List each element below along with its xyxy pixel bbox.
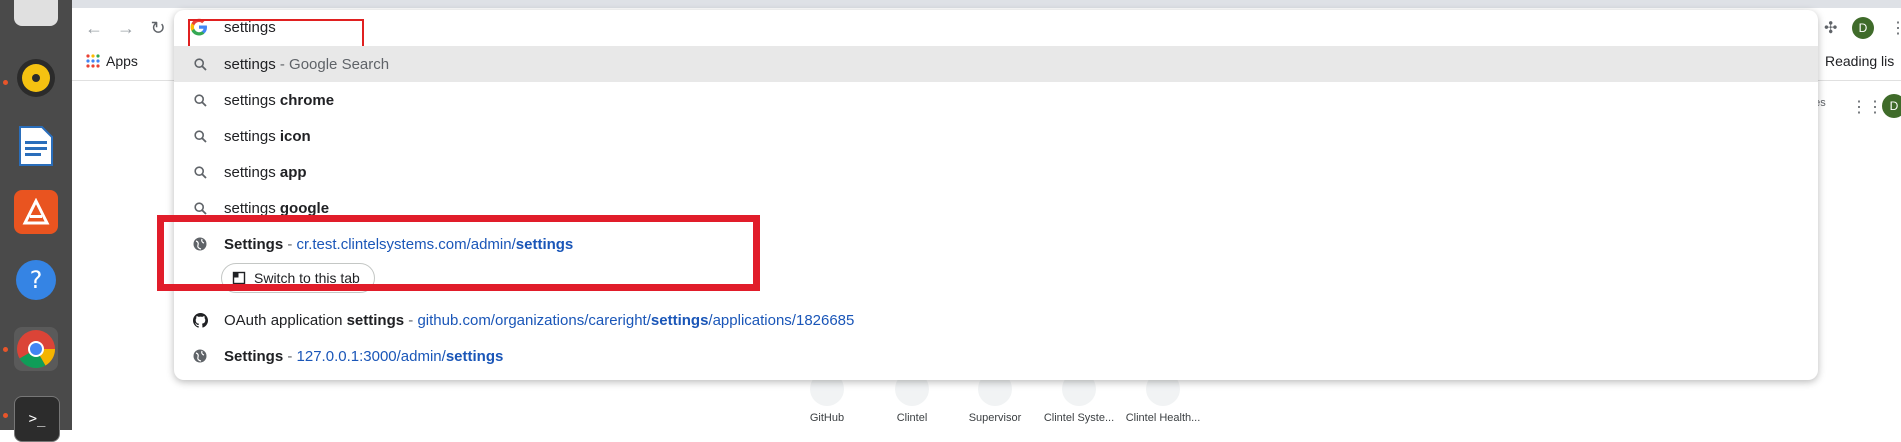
- apps-label: Apps: [106, 53, 138, 69]
- apps-grid-icon: [86, 54, 100, 68]
- shortcut-label: Clintel: [896, 412, 928, 424]
- shortcut-label: Clintel Syste...: [1043, 412, 1115, 424]
- suggestion-prefix: settings: [224, 163, 280, 181]
- suggestion-suffix: - Google Search: [275, 55, 390, 73]
- suggestion-bold: settings: [346, 311, 405, 329]
- shortcut-label: Supervisor: [968, 412, 1022, 424]
- puzzle-piece-icon: ✣: [1824, 20, 1838, 37]
- suggestion-prefix: settings: [224, 91, 280, 109]
- dock-software-app[interactable]: [14, 190, 58, 234]
- annotation-highlight-box: [157, 215, 760, 291]
- suggestion-bold: chrome: [279, 91, 335, 109]
- back-arrow-icon: ←: [85, 17, 103, 38]
- search-icon: [192, 56, 208, 72]
- suggestion-url-bold: settings: [650, 311, 709, 329]
- suggestion-url: github.com/organizations/careright/: [417, 311, 651, 329]
- shortcut-tiles: GitHub Clintel Supervisor Clintel Syste.…: [0, 372, 1901, 430]
- github-icon: [192, 312, 208, 328]
- rhythmbox-icon: [17, 59, 55, 97]
- forward-arrow-icon: →: [117, 17, 135, 38]
- chrome-icon: [17, 330, 56, 369]
- dock-rhythmbox-app[interactable]: [14, 56, 58, 100]
- suggestion-separator: -: [283, 347, 297, 365]
- suggestion-prefix: settings: [224, 55, 276, 73]
- help-question-icon: ?: [16, 260, 56, 300]
- suggestion-separator: -: [404, 311, 418, 329]
- forward-button[interactable]: →: [114, 16, 138, 40]
- suggestion-row[interactable]: settings - Google Search: [174, 46, 1818, 82]
- dock-help-app[interactable]: ?: [14, 258, 58, 302]
- tab-strip: [72, 0, 1901, 8]
- shortcut-label: GitHub: [809, 412, 845, 424]
- reload-button[interactable]: ↻: [146, 16, 170, 40]
- suggestion-url: 127.0.0.1:3000/admin/: [296, 347, 446, 365]
- search-icon: [192, 200, 208, 216]
- suggestion-row[interactable]: Settings - 127.0.0.1:3000/admin/settings: [174, 338, 1818, 374]
- chrome-menu-button[interactable]: ⋮: [1890, 18, 1901, 38]
- page-profile-avatar[interactable]: D: [1882, 94, 1901, 118]
- dock-running-indicator: [3, 347, 8, 352]
- suggestion-bold: Settings: [224, 347, 284, 365]
- dock-writer-app[interactable]: [14, 124, 58, 168]
- dock-chrome-app[interactable]: [14, 327, 58, 371]
- profile-avatar[interactable]: D: [1852, 17, 1874, 39]
- suggestion-row[interactable]: settings chrome: [174, 82, 1818, 118]
- omnibox-dropdown: settings settings - Google Search settin…: [174, 10, 1818, 380]
- globe-icon: [192, 348, 208, 364]
- suggestion-bold: google: [279, 199, 330, 217]
- suggestion-prefix: settings: [224, 199, 280, 217]
- suggestion-prefix: settings: [224, 127, 280, 145]
- dock-running-indicator: [3, 80, 8, 85]
- software-bag-icon: [22, 198, 50, 225]
- search-icon: [192, 164, 208, 180]
- svg-text:?: ?: [30, 266, 43, 294]
- kebab-menu-icon: ⋮: [1890, 20, 1901, 37]
- omnibox-input-row[interactable]: settings: [174, 10, 1818, 46]
- suggestion-url-tail: /applications/1826685: [708, 311, 855, 329]
- suggestion-row[interactable]: settings app: [174, 154, 1818, 190]
- suggestion-row[interactable]: settings icon: [174, 118, 1818, 154]
- document-writer-icon: [19, 126, 53, 166]
- search-icon: [192, 92, 208, 108]
- suggestion-row[interactable]: OAuth application settings - github.com/…: [174, 302, 1818, 338]
- dock-files-app[interactable]: [14, 0, 58, 26]
- apps-shortcut[interactable]: Apps: [86, 53, 138, 69]
- suggestion-url-bold: settings: [445, 347, 504, 365]
- extensions-button[interactable]: ✣: [1824, 18, 1837, 38]
- back-button[interactable]: ←: [82, 16, 106, 40]
- reload-icon: ↻: [150, 17, 166, 38]
- shortcut-label: Clintel Health...: [1125, 412, 1201, 424]
- suggestion-bold: icon: [279, 127, 311, 145]
- reading-list-button[interactable]: Reading lis: [1825, 53, 1894, 69]
- suggestion-bold: app: [279, 163, 307, 181]
- suggestion-prefix: OAuth application: [224, 311, 347, 329]
- search-icon: [192, 128, 208, 144]
- ubuntu-dock: ? >_: [0, 0, 72, 442]
